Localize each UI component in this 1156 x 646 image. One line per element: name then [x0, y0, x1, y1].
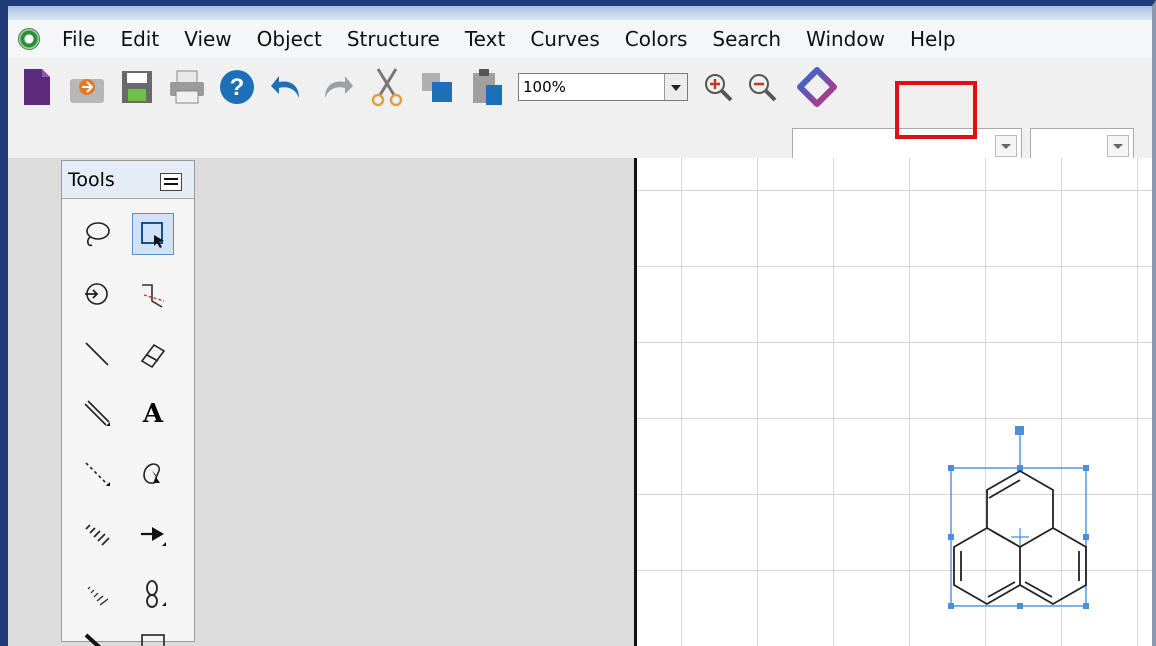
main-toolbar: ? 100% [8, 58, 1152, 116]
open-icon [70, 79, 104, 103]
copy-icon [422, 73, 452, 102]
rectangle-tool[interactable] [132, 621, 174, 646]
open-button[interactable] [64, 64, 110, 110]
undo-icon [271, 76, 299, 98]
workspace-background [193, 158, 634, 646]
print-icon [170, 70, 204, 104]
molecule-drawing[interactable] [637, 158, 1155, 646]
target-arrow-icon [85, 283, 108, 305]
arrow-icon [141, 527, 166, 546]
menu-bar: File Edit View Object Structure Text Cur… [8, 20, 1152, 58]
eraser-icon [140, 343, 166, 369]
clean-structure-icon [797, 67, 837, 107]
zoom-in-button[interactable] [698, 64, 738, 110]
font-size-select[interactable] [1030, 128, 1134, 162]
marquee-tool[interactable] [132, 213, 174, 255]
menu-object[interactable]: Object [245, 20, 335, 58]
marquee-select-icon [141, 222, 164, 248]
cut-button[interactable] [364, 64, 410, 110]
title-bar [8, 6, 1152, 20]
double-bond-icon [84, 400, 110, 426]
menu-view[interactable]: View [172, 20, 244, 58]
clean-structure-button[interactable] [794, 64, 840, 110]
save-button[interactable] [114, 64, 160, 110]
help-icon: ? [220, 70, 254, 104]
menu-text[interactable]: Text [453, 20, 518, 58]
bold-bond-tool[interactable] [76, 621, 118, 646]
zoom-in-icon [705, 74, 733, 102]
print-button[interactable] [164, 64, 210, 110]
zoom-value: 100% [523, 78, 566, 96]
tools-palette-title: Tools [62, 161, 194, 199]
zoom-out-icon [749, 74, 777, 102]
app-window: File Edit View Object Structure Text Cur… [0, 0, 1156, 646]
menu-edit[interactable]: Edit [108, 20, 172, 58]
selection-box[interactable] [948, 426, 1089, 609]
text-tool-label: A [142, 399, 164, 429]
paste-button[interactable] [464, 64, 510, 110]
copy-button[interactable] [414, 64, 460, 110]
chevron-down-icon[interactable] [1107, 135, 1129, 157]
orbital-icon [146, 580, 166, 608]
chevron-down-icon[interactable] [664, 74, 687, 100]
style-toolbar [8, 116, 1152, 162]
svg-text:?: ? [230, 74, 245, 101]
rectangle-icon [141, 634, 165, 646]
highlighted-clean-structure-button [895, 81, 977, 139]
help-button[interactable]: ? [214, 64, 260, 110]
mass-fragment-tool[interactable] [76, 273, 118, 315]
text-tool[interactable]: A [132, 393, 174, 435]
bond-break-tool[interactable] [132, 273, 174, 315]
cut-icon [371, 68, 403, 107]
menu-help[interactable]: Help [898, 20, 969, 58]
menu-file[interactable]: File [50, 20, 108, 58]
dashed-bond-tool[interactable] [76, 453, 118, 495]
new-document-icon [24, 69, 50, 105]
bond-break-icon [142, 284, 165, 308]
solid-bond-tool[interactable] [76, 333, 118, 375]
new-document-button[interactable] [14, 64, 60, 110]
menu-window[interactable]: Window [794, 20, 898, 58]
orbital-tool[interactable] [132, 573, 174, 615]
arrow-tool[interactable] [132, 513, 174, 555]
pen-tool[interactable] [132, 453, 174, 495]
redo-icon [325, 76, 353, 98]
tools-palette: Tools A [61, 160, 195, 646]
pen-icon [143, 463, 161, 484]
drawing-canvas[interactable] [634, 158, 1155, 646]
lasso-tool[interactable] [76, 213, 118, 255]
bold-bond-icon [84, 633, 102, 646]
hashed-wedge-icon [85, 524, 110, 546]
zoom-select[interactable]: 100% [518, 73, 688, 101]
menu-colors[interactable]: Colors [613, 20, 701, 58]
tools-title-label: Tools [68, 169, 115, 191]
dashed-bond-icon [85, 462, 110, 486]
zoom-out-button[interactable] [742, 64, 782, 110]
chevron-down-icon[interactable] [995, 135, 1017, 157]
wedged-hash-icon [87, 586, 109, 606]
palette-menu-icon[interactable] [160, 173, 182, 191]
hashed-bond-tool[interactable] [76, 513, 118, 555]
menu-structure[interactable]: Structure [335, 20, 453, 58]
menu-curves[interactable]: Curves [518, 20, 612, 58]
eraser-tool[interactable] [132, 333, 174, 375]
undo-button[interactable] [264, 64, 310, 110]
multiple-bond-tool[interactable] [76, 393, 118, 435]
app-logo-icon[interactable] [18, 28, 40, 50]
menu-search[interactable]: Search [700, 20, 794, 58]
save-icon [122, 71, 152, 103]
redo-button[interactable] [314, 64, 360, 110]
single-bond-icon [85, 342, 109, 366]
paste-icon [473, 69, 502, 105]
wedge-hashed-bond-tool[interactable] [76, 573, 118, 615]
lasso-icon [86, 222, 110, 247]
